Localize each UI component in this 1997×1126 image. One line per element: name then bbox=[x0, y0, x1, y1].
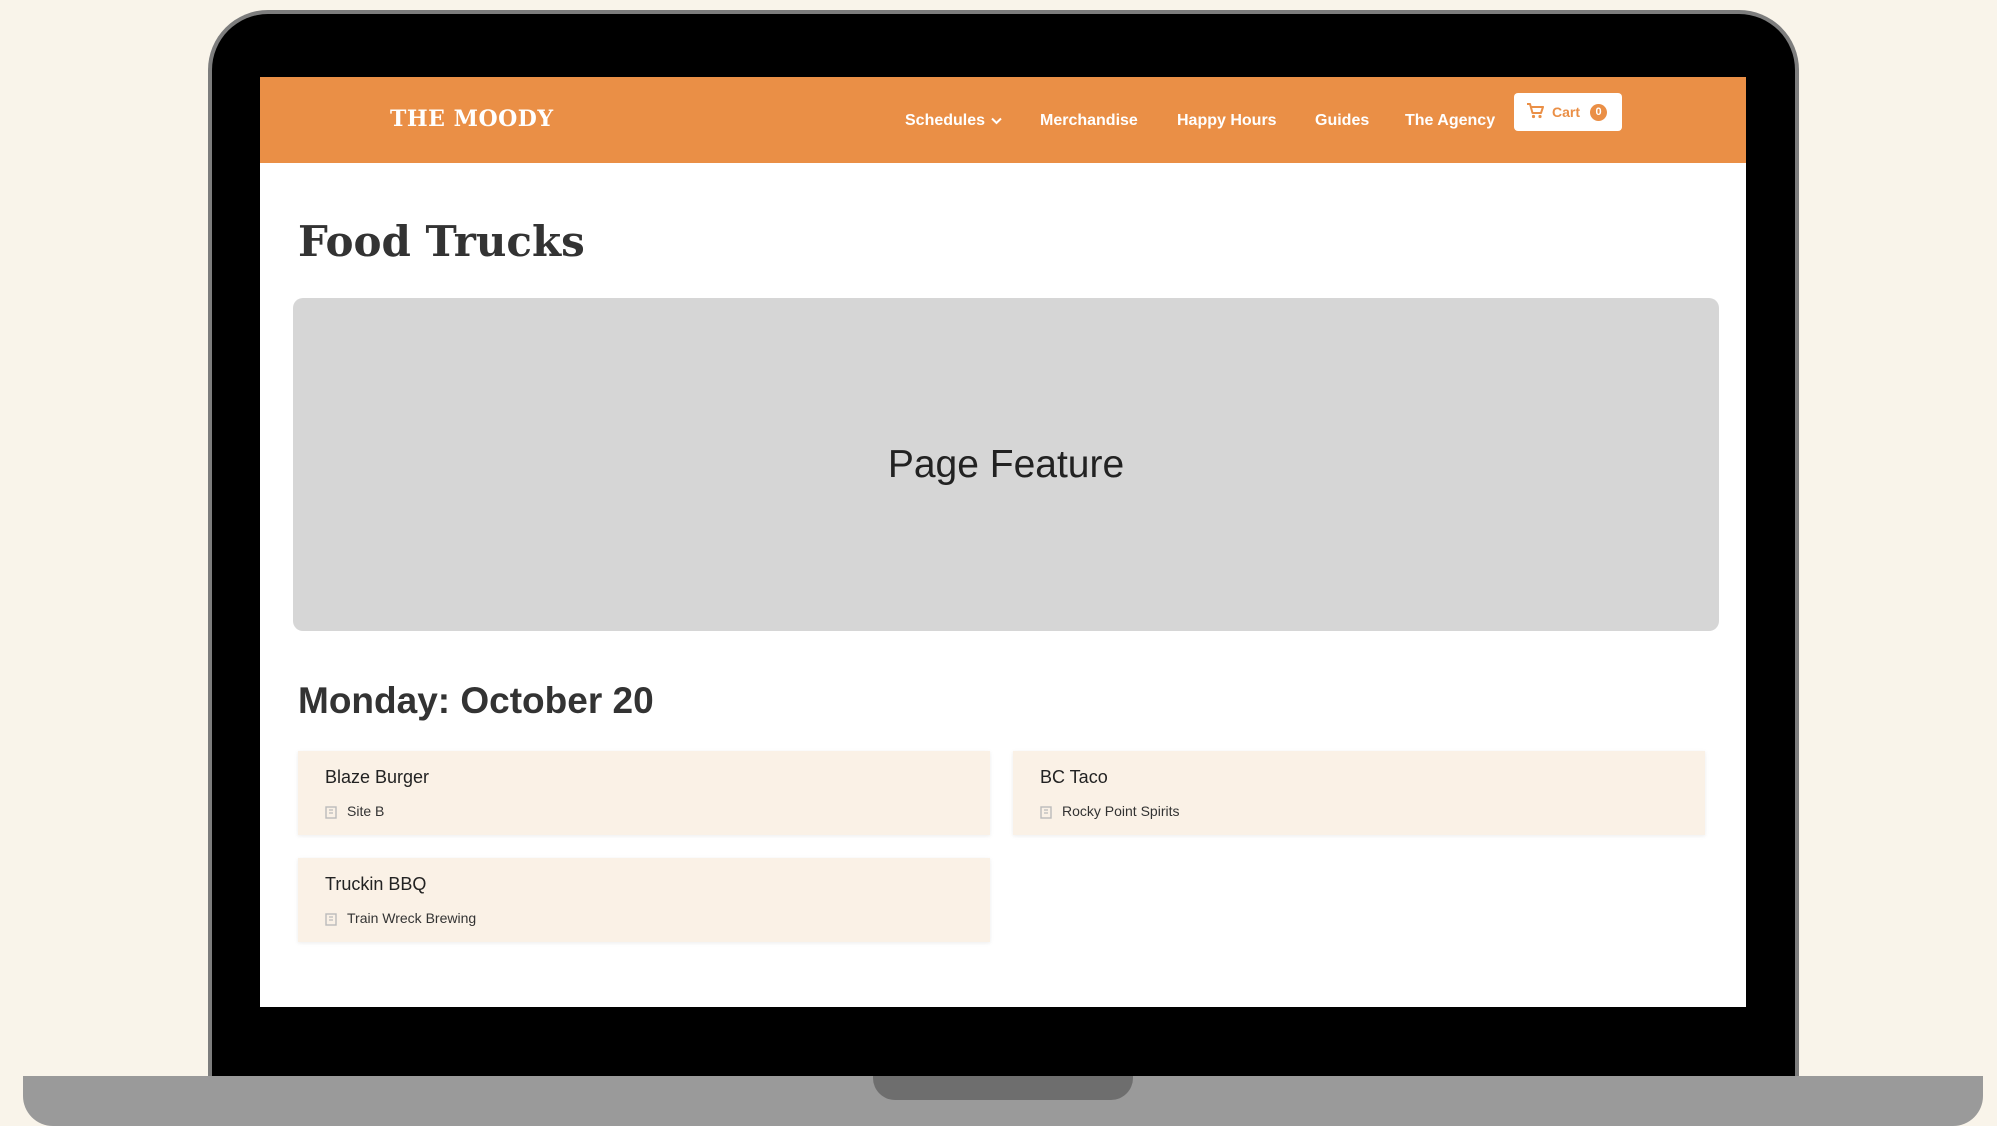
food-truck-location-label: Site B bbox=[347, 803, 385, 819]
day-heading: Monday: October 20 bbox=[298, 680, 654, 721]
building-icon bbox=[325, 806, 337, 819]
browser-viewport: THE MOODY Schedules Merchandise Happy Ho… bbox=[260, 77, 1746, 1007]
food-truck-location-label: Rocky Point Spirits bbox=[1062, 803, 1180, 819]
food-truck-location: Train Wreck Brewing bbox=[325, 910, 476, 926]
food-truck-card[interactable]: Truckin BBQ Train Wreck Brewing bbox=[298, 858, 990, 942]
nav-item-label: Schedules bbox=[905, 112, 986, 129]
chevron-down-icon bbox=[991, 117, 1002, 125]
building-icon bbox=[325, 913, 337, 926]
nav-item-merchandise[interactable]: Merchandise bbox=[1040, 101, 1138, 141]
nav-item-schedules[interactable]: Schedules bbox=[905, 101, 1002, 141]
nav-item-guides[interactable]: Guides bbox=[1315, 101, 1369, 141]
laptop-notch bbox=[873, 1076, 1133, 1100]
food-truck-location: Site B bbox=[325, 803, 384, 819]
page-title: Food Trucks bbox=[298, 217, 585, 266]
page-feature-placeholder: Page Feature bbox=[293, 298, 1719, 631]
cart-icon bbox=[1527, 103, 1544, 119]
food-truck-location: Rocky Point Spirits bbox=[1040, 803, 1179, 819]
food-truck-name: Truckin BBQ bbox=[325, 874, 427, 894]
food-truck-card[interactable]: Blaze Burger Site B bbox=[298, 751, 990, 835]
site-header: THE MOODY Schedules Merchandise Happy Ho… bbox=[260, 77, 1746, 163]
cart-button[interactable]: Cart 0 bbox=[1514, 93, 1622, 131]
food-truck-name: BC Taco bbox=[1040, 767, 1108, 787]
food-truck-name: Blaze Burger bbox=[325, 767, 430, 787]
nav-item-the-agency[interactable]: The Agency bbox=[1405, 101, 1495, 141]
cart-label: Cart bbox=[1552, 104, 1581, 120]
site-logo[interactable]: THE MOODY bbox=[390, 99, 554, 139]
food-truck-location-label: Train Wreck Brewing bbox=[347, 910, 477, 926]
cart-count-badge: 0 bbox=[1590, 104, 1607, 121]
food-truck-card[interactable]: BC Taco Rocky Point Spirits bbox=[1013, 751, 1705, 835]
nav-item-happy-hours[interactable]: Happy Hours bbox=[1177, 101, 1277, 141]
building-icon bbox=[1040, 806, 1052, 819]
page-feature-label: Page Feature bbox=[887, 442, 1125, 486]
